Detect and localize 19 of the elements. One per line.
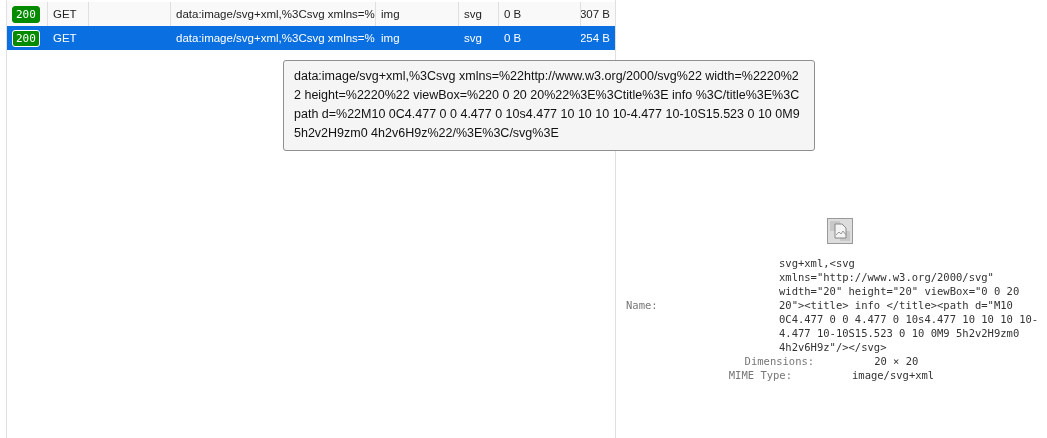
name-value: svg+xml,<svg xmlns="http://www.w3.org/2000/svg" width="20" height="20" viewBox="0 0 20 20"><title> info </title><path d="M10 0C4.477 0 0 4.477 0 10s4.477 10 10 10 10-4.477 10-10S15.523 0 10 0M9 5h2v2H9zm0 4h2v6H9z"/></svg> — [779, 256, 1040, 354]
type-cell-text: img — [380, 31, 401, 46]
detail-value: image/svg+xml — [852, 368, 935, 382]
detail-label: Dimensions: — [744, 354, 815, 368]
url-cell-text: data:image/svg+xml,%3Csvg xmlns=% — [175, 31, 376, 46]
size-cell-text: 254 B — [581, 31, 611, 46]
status-badge: 200 — [12, 29, 40, 47]
transferred-cell-text: 0 B — [503, 31, 523, 46]
image-icon — [827, 218, 853, 244]
name-label: Name: — [626, 298, 659, 312]
size-cell-text: 307 B — [581, 7, 611, 22]
request-row[interactable]: 200 GET data:image/svg+xml,%3Csvg xmlns=% img svg 0 B 254 B — [7, 26, 615, 50]
status-badge: 200 — [12, 5, 40, 23]
method-cell-text: GET — [52, 31, 78, 46]
detail-value: 20 × 20 — [874, 354, 919, 368]
url-tooltip: data:image/svg+xml,%3Csvg xmlns=%22http://www.w3.org/2000/svg%22 width=%2220%22 height=%2220%22 viewBox=%220 0 20 20%22%3E%3Ctitle%3E info %3C/title%3E%3Cpath d=%22M10 0C4.477 0 0 4.477 0 10s4.477 10 10 10 10-4.477 10-10S15.523 0 10 0M9 5h2v2H9zm0 4h2v6H9z%22/%3E%3C/svg%3E — [283, 60, 815, 151]
extension-cell-text: svg — [463, 31, 483, 46]
request-row[interactable]: 200 GET data:image/svg+xml,%3Csvg xmlns=% img svg 0 B 307 B — [7, 2, 615, 26]
detail-label: MIME Type: — [728, 368, 792, 382]
